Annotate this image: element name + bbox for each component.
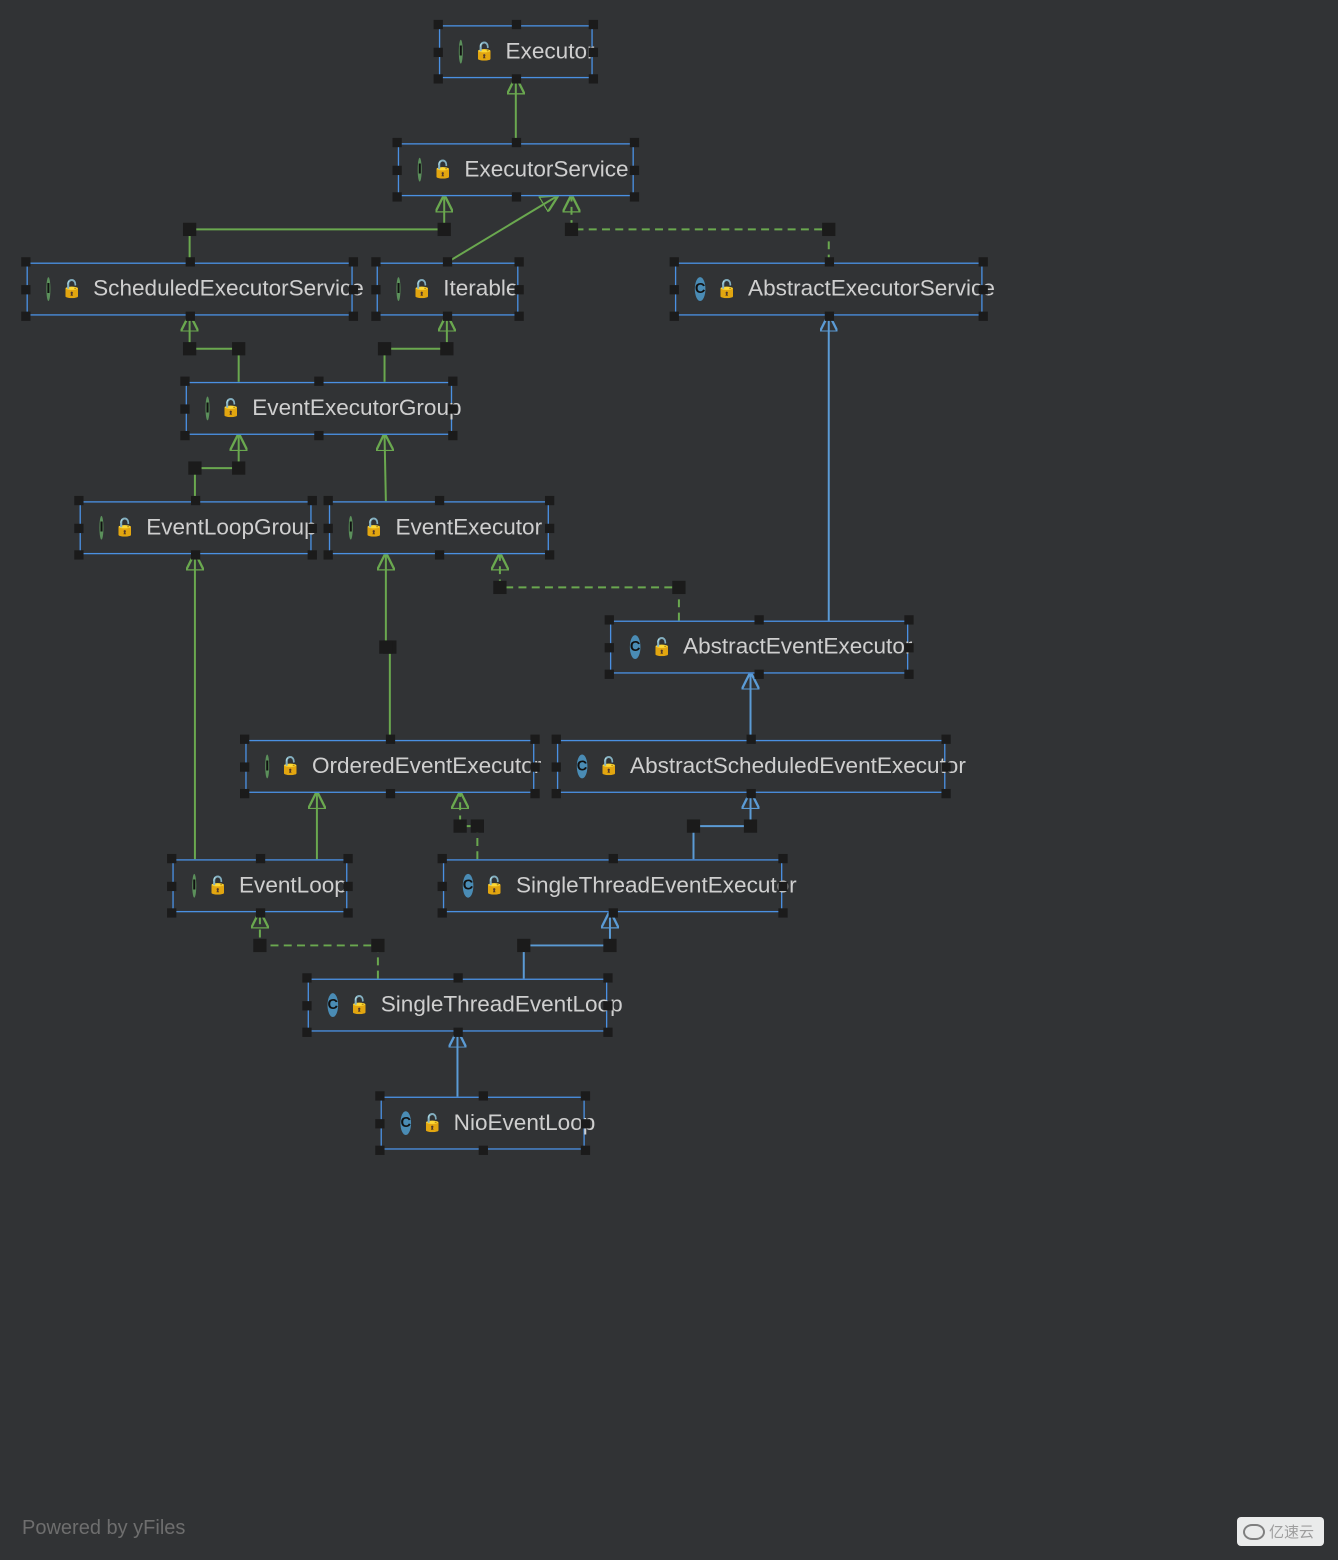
unlock-icon: 🔓 bbox=[280, 756, 301, 777]
class-icon: C bbox=[577, 754, 588, 778]
edge-stEE-to-orderedEE bbox=[460, 793, 477, 859]
interface-icon: I bbox=[99, 516, 103, 540]
edge-bend-handle bbox=[383, 640, 396, 653]
class-node-schedExecService[interactable]: I🔓ScheduledExecutorService bbox=[27, 263, 353, 316]
unlock-icon: 🔓 bbox=[651, 636, 672, 657]
watermark-badge: 亿速云 bbox=[1237, 1517, 1324, 1546]
edge-bend-handle bbox=[565, 223, 578, 236]
edge-eventExecutor-to-eventExecGroup bbox=[385, 435, 386, 501]
class-node-nioEL[interactable]: C🔓NioEventLoop bbox=[381, 1097, 585, 1150]
edge-bend-handle bbox=[188, 461, 201, 474]
edge-bend-handle bbox=[378, 342, 391, 355]
edge-bend-handle bbox=[822, 223, 835, 236]
edge-stEE-to-absSchedEE bbox=[693, 793, 750, 859]
unlock-icon: 🔓 bbox=[349, 995, 370, 1016]
node-label: AbstractEventExecutor bbox=[683, 634, 912, 661]
edge-bend-handle bbox=[603, 939, 616, 952]
node-label: EventLoop bbox=[239, 873, 347, 900]
unlock-icon: 🔓 bbox=[363, 517, 384, 538]
interface-icon: I bbox=[349, 516, 353, 540]
unlock-icon: 🔓 bbox=[114, 517, 135, 538]
watermark-text: 亿速云 bbox=[1269, 1521, 1314, 1542]
edge-schedExecService-to-executorService bbox=[190, 196, 445, 262]
class-node-orderedEE[interactable]: I🔓OrderedEventExecutor bbox=[245, 740, 534, 793]
unlock-icon: 🔓 bbox=[432, 159, 453, 180]
class-node-eventLoopGroup[interactable]: I🔓EventLoopGroup bbox=[80, 501, 312, 554]
edge-stEL-to-eventLoop bbox=[260, 912, 378, 978]
class-node-eventLoop[interactable]: I 🔓 EventLoop bbox=[172, 859, 347, 912]
class-icon: C bbox=[630, 635, 641, 659]
edge-bend-handle bbox=[253, 939, 266, 952]
edge-bend-handle bbox=[687, 819, 700, 832]
class-node-absEventExec[interactable]: C🔓AbstractEventExecutor bbox=[610, 621, 908, 674]
edge-bend-handle bbox=[471, 819, 484, 832]
node-label: NioEventLoop bbox=[454, 1110, 596, 1137]
class-icon: C bbox=[400, 1111, 411, 1135]
node-label: EventLoopGroup bbox=[146, 514, 316, 541]
node-label: Executor bbox=[506, 38, 595, 65]
class-node-eventExecGroup[interactable]: I🔓EventExecutorGroup bbox=[186, 382, 453, 435]
edge-bend-handle bbox=[371, 939, 384, 952]
node-label: EventExecutor bbox=[395, 514, 542, 541]
unlock-icon: 🔓 bbox=[716, 278, 737, 299]
node-label: SingleThreadEventLoop bbox=[381, 992, 623, 1019]
edge-bend-handle bbox=[232, 342, 245, 355]
node-label: AbstractExecutorService bbox=[748, 276, 995, 303]
edge-absEventExec-to-eventExecutor bbox=[500, 554, 679, 620]
edge-bend-handle bbox=[232, 461, 245, 474]
node-label: EventExecutorGroup bbox=[252, 395, 461, 422]
class-icon: C bbox=[463, 874, 474, 898]
unlock-icon: 🔓 bbox=[484, 875, 505, 896]
unlock-icon: 🔓 bbox=[220, 398, 241, 419]
edge-bend-handle bbox=[183, 342, 196, 355]
unlock-icon: 🔓 bbox=[422, 1113, 443, 1134]
node-label: ScheduledExecutorService bbox=[93, 276, 364, 303]
class-icon: C bbox=[328, 993, 339, 1017]
edge-bend-handle bbox=[440, 342, 453, 355]
interface-icon: I bbox=[192, 874, 196, 898]
edge-bend-handle bbox=[517, 939, 530, 952]
powered-by-label: Powered by yFiles bbox=[22, 1517, 185, 1540]
edge-stEL-to-stEE bbox=[524, 912, 610, 978]
edge-bend-handle bbox=[438, 223, 451, 236]
unlock-icon: 🔓 bbox=[411, 278, 432, 299]
edge-eventLoopGroup-to-eventExecGroup bbox=[195, 435, 239, 501]
node-label: AbstractScheduledEventExecutor bbox=[630, 753, 966, 780]
unlock-icon: 🔓 bbox=[473, 41, 494, 62]
edge-bend-handle bbox=[183, 223, 196, 236]
edge-bend-handle bbox=[744, 819, 757, 832]
node-label: Iterable bbox=[443, 276, 518, 303]
interface-icon: I bbox=[396, 277, 400, 301]
class-node-executorService[interactable]: I 🔓 ExecutorService bbox=[398, 143, 634, 196]
class-node-eventExecutor[interactable]: I 🔓 EventExecutor bbox=[329, 501, 549, 554]
edge-bend-handle bbox=[672, 581, 685, 594]
unlock-icon: 🔓 bbox=[207, 875, 228, 896]
class-node-stEL[interactable]: C🔓SingleThreadEventLoop bbox=[308, 979, 608, 1032]
edge-iterable-to-executorService bbox=[447, 196, 557, 262]
unlock-icon: 🔓 bbox=[598, 756, 619, 777]
class-node-executor[interactable]: I 🔓 Executor bbox=[439, 25, 593, 78]
interface-icon: I bbox=[418, 158, 422, 182]
edge-bend-handle bbox=[453, 819, 466, 832]
class-node-stEE[interactable]: C🔓SingleThreadEventExecutor bbox=[443, 859, 782, 912]
class-node-absExecService[interactable]: C🔓AbstractExecutorService bbox=[675, 263, 983, 316]
node-label: SingleThreadEventExecutor bbox=[516, 873, 797, 900]
cloud-icon bbox=[1243, 1524, 1265, 1540]
class-node-iterable[interactable]: I 🔓 Iterable bbox=[377, 263, 519, 316]
edge-bend-handle bbox=[379, 640, 392, 653]
unlock-icon: 🔓 bbox=[61, 278, 82, 299]
interface-icon: I bbox=[265, 754, 269, 778]
node-label: OrderedEventExecutor bbox=[312, 753, 541, 780]
class-node-absSchedEE[interactable]: C🔓AbstractScheduledEventExecutor bbox=[557, 740, 946, 793]
node-label: ExecutorService bbox=[464, 156, 628, 183]
edge-eventExecGroup-to-schedExecService bbox=[190, 316, 239, 382]
class-icon: C bbox=[695, 277, 706, 301]
edge-orderedEE-to-eventExecutor bbox=[386, 554, 390, 740]
interface-icon: I bbox=[459, 40, 463, 64]
edge-bend-handle bbox=[493, 581, 506, 594]
edge-eventExecGroup-to-iterable bbox=[385, 316, 447, 382]
edge-absExecService-to-executorService bbox=[572, 196, 829, 262]
interface-icon: I bbox=[206, 396, 210, 420]
interface-icon: I bbox=[46, 277, 50, 301]
